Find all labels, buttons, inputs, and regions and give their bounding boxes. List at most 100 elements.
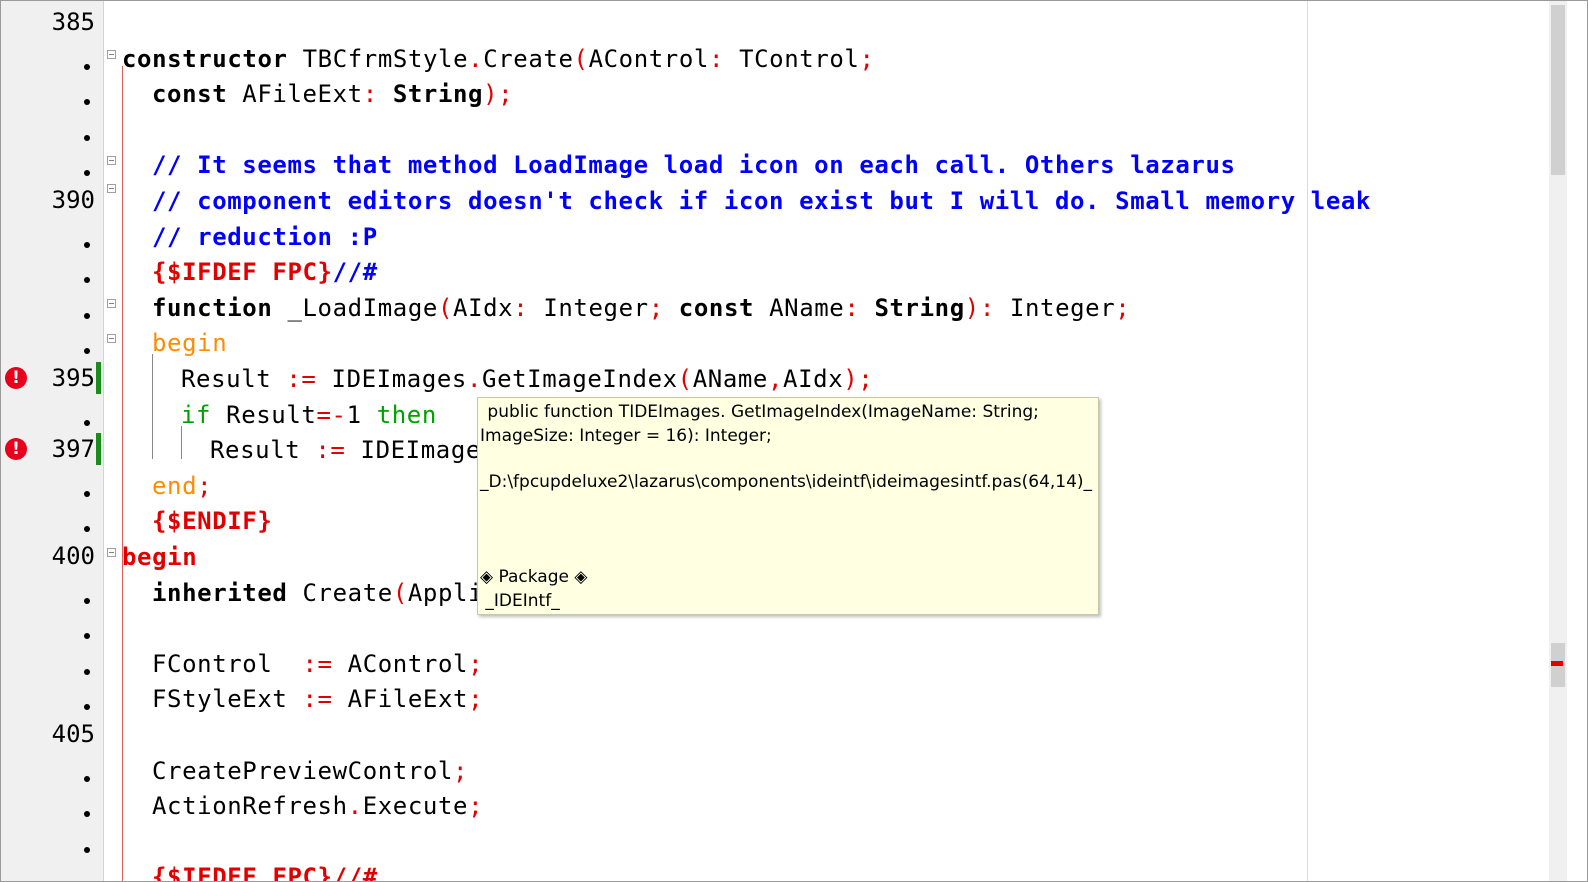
line-number: 395: [51, 364, 95, 392]
error-overview-marker[interactable]: [1551, 661, 1563, 666]
code-line[interactable]: // reduction :P: [152, 219, 378, 255]
code-token: :: [844, 293, 860, 322]
modified-line-bar: [96, 433, 101, 466]
code-token: :: [362, 80, 378, 109]
hint-package-name-link[interactable]: _IDEIntf_: [480, 589, 559, 613]
code-line[interactable]: const AFileExt: String);: [152, 76, 513, 112]
code-line[interactable]: {$ENDIF}: [152, 503, 272, 539]
line-dot: [84, 704, 90, 711]
line-number: 400: [51, 542, 95, 570]
code-editor[interactable]: 385 390 395 397 400 405 constructor TBCfrmSty…: [0, 0, 1588, 882]
code-token: GetImageIndex: [482, 365, 678, 393]
code-token: Result: [181, 365, 287, 393]
code-line[interactable]: // component editors doesn't check if ic…: [152, 183, 1371, 219]
code-token: AFileExt: [332, 685, 469, 714]
line-dot: [84, 348, 90, 355]
code-token: FControl: [152, 649, 303, 678]
code-token: IDEImage: [345, 436, 481, 465]
scrollbar-thumb[interactable]: [1551, 5, 1565, 175]
code-line[interactable]: // It seems that method LoadImage load i…: [152, 147, 1236, 183]
line-dot: [84, 312, 90, 319]
code-token: =-: [316, 400, 347, 429]
code-token: (: [392, 578, 408, 607]
code-token: );: [483, 80, 514, 109]
code-token: ;: [1115, 293, 1131, 322]
code-token: String: [859, 293, 965, 322]
code-token: //#: [332, 258, 378, 287]
code-line[interactable]: end;: [152, 468, 212, 504]
line-dot: [84, 134, 90, 141]
code-line[interactable]: FControl := AControl;: [152, 646, 483, 682]
code-token: end: [152, 471, 198, 500]
code-line[interactable]: ActionRefresh.Execute;: [152, 788, 483, 824]
fold-guide-line: [122, 65, 123, 881]
line-dot: [84, 241, 90, 248]
code-token: inherited: [152, 578, 288, 607]
line-dot: [84, 419, 90, 426]
line-dot: [84, 170, 90, 177]
code-token: AIdx: [453, 293, 514, 322]
hint-signature-line2: ImageSize: Integer = 16): Integer;: [480, 426, 772, 446]
fold-toggle-icon[interactable]: [107, 156, 116, 166]
code-line[interactable]: Result := IDEImages.GetImageIndex(AName,…: [181, 361, 873, 397]
line-dot: [84, 846, 90, 853]
code-line[interactable]: begin: [152, 325, 227, 361]
code-token: // component editors doesn't check if ic…: [152, 187, 1371, 215]
code-token: then: [361, 400, 437, 429]
code-line[interactable]: Result := IDEImage: [210, 432, 481, 468]
fold-toggle-icon[interactable]: [107, 334, 116, 344]
code-line[interactable]: {$IFDEF FPC}//#: [152, 254, 378, 290]
code-token: .: [466, 365, 483, 393]
line-number: 385: [51, 8, 95, 36]
hint-source-path-link[interactable]: _D:\fpcupdeluxe2\lazarus\components\idei…: [480, 470, 1092, 494]
code-token: begin: [152, 329, 228, 358]
code-token: ;: [468, 792, 484, 821]
code-token: Integer: [528, 293, 649, 322]
line-dot: [84, 99, 90, 106]
code-line[interactable]: if Result=-1 then: [181, 397, 437, 433]
code-token: AControl: [588, 44, 709, 73]
code-token: function: [152, 293, 273, 322]
code-token: {$IFDEF FPC}: [152, 258, 333, 287]
code-line[interactable]: inherited Create(Appli: [152, 575, 483, 611]
code-token: :: [513, 293, 529, 322]
code-line[interactable]: begin: [122, 539, 197, 575]
code-token: ActionRefresh: [152, 792, 348, 821]
code-token: :=: [302, 649, 333, 678]
code-token: Create: [483, 44, 574, 73]
code-token: :=: [286, 365, 317, 393]
line-number: 405: [51, 720, 95, 748]
code-line[interactable]: constructor TBCfrmStyle.Create(AControl:…: [122, 41, 875, 77]
code-token: (: [573, 44, 589, 73]
code-token: AControl: [332, 649, 469, 678]
code-token: Appli: [407, 578, 484, 607]
code-line[interactable]: function _LoadImage(AIdx: Integer; const…: [152, 290, 1130, 326]
code-token: TBCfrmStyle: [287, 44, 469, 73]
line-dot: [84, 526, 90, 533]
code-token: const: [663, 293, 755, 322]
code-line[interactable]: {$IFDEF FPC}//#: [152, 859, 378, 882]
code-token: // reduction :P: [152, 222, 378, 251]
code-token: ):: [964, 293, 995, 322]
hint-package-label: ◈ Package ◈: [480, 567, 588, 587]
code-token: // It seems that method LoadImage load i…: [152, 151, 1236, 180]
code-token: TControl: [724, 44, 860, 73]
line-dot: [84, 597, 90, 604]
code-hint-popup[interactable]: public function TIDEImages. GetImageInde…: [477, 397, 1099, 615]
code-line[interactable]: CreatePreviewControl;: [152, 753, 468, 789]
code-token: if: [181, 400, 212, 429]
code-line[interactable]: FStyleExt := AFileExt;: [152, 681, 483, 717]
code-token: {$IFDEF FPC}//#: [152, 863, 378, 882]
fold-toggle-icon[interactable]: [107, 49, 116, 59]
fold-toggle-icon[interactable]: [107, 548, 116, 557]
error-marker-icon[interactable]: !: [5, 367, 27, 389]
code-token: Create: [287, 578, 393, 607]
line-dot: [84, 633, 90, 640]
line-number: 390: [51, 186, 95, 214]
line-dot: [84, 277, 90, 284]
hint-signature-line1: public function TIDEImages. GetImageInde…: [482, 402, 1039, 422]
code-token: AName: [754, 293, 845, 322]
fold-toggle-icon[interactable]: [107, 184, 116, 193]
fold-toggle-icon[interactable]: [107, 298, 116, 308]
code-token: :: [708, 44, 725, 73]
